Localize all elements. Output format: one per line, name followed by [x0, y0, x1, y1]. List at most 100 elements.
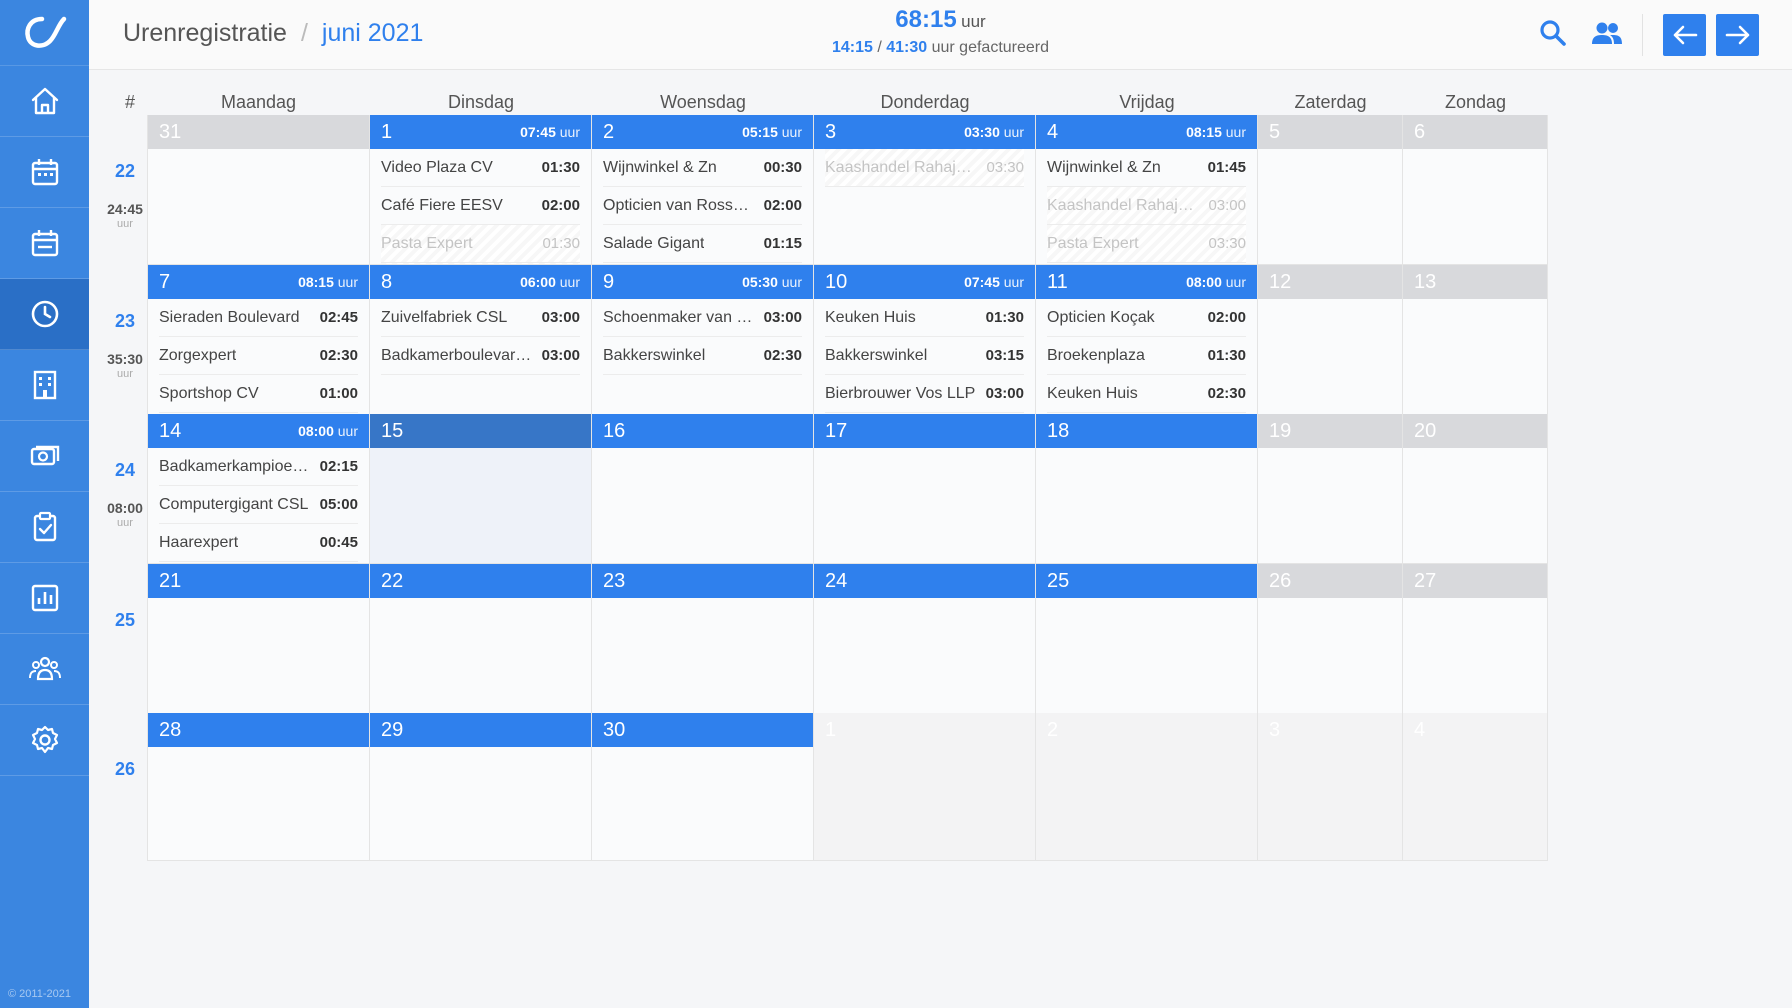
sidebar-item-gear[interactable] — [0, 705, 89, 776]
day-cell[interactable]: 7 08:15 uur Sieraden Boulevard 02:45 Zorgexp… — [147, 265, 370, 415]
day-cell[interactable]: 30 — [592, 713, 814, 861]
hours-summary: 68:15 uur 14:15 / 41:30 uur gefactureerd — [89, 6, 1792, 57]
day-total-unit: uur — [781, 274, 802, 290]
next-month-button[interactable] — [1716, 14, 1759, 56]
app-logo[interactable] — [0, 0, 89, 66]
day-cell[interactable]: 24 — [814, 564, 1036, 714]
sidebar-item-chart[interactable] — [0, 563, 89, 634]
time-entry[interactable]: Broekenplaza 01:30 — [1047, 337, 1246, 375]
day-cell[interactable]: 23 — [592, 564, 814, 714]
day-cell[interactable]: 9 05:30 uur Schoenmaker van den ... 03:00 Ba… — [592, 265, 814, 415]
time-entry[interactable]: Café Fiere EESV 02:00 — [381, 187, 580, 225]
day-cell[interactable]: 20 — [1403, 414, 1548, 564]
time-entry[interactable]: Wijnwinkel & Zn 01:45 — [1047, 149, 1246, 187]
day-total: 06:00 uur — [520, 274, 580, 290]
time-entry[interactable]: Wijnwinkel & Zn 00:30 — [603, 149, 802, 187]
day-number: 30 — [603, 718, 626, 741]
time-entry[interactable]: Opticien Koçak 02:00 — [1047, 299, 1246, 337]
week-number[interactable]: 25 — [95, 610, 155, 631]
day-cell[interactable]: 26 — [1258, 564, 1403, 714]
time-entry[interactable]: Kaashandel Rahajoe ge... 03:30 — [825, 149, 1024, 187]
time-entry[interactable]: Video Plaza CV 01:30 — [381, 149, 580, 187]
day-cell[interactable]: 2 05:15 uur Wijnwinkel & Zn 00:30 Opticien v… — [592, 115, 814, 265]
day-cell[interactable]: 8 06:00 uur Zuivelfabriek CSL 03:00 Badkamer… — [370, 265, 592, 415]
time-entry[interactable]: Zorgexpert 02:30 — [159, 337, 358, 375]
day-number: 5 — [1269, 120, 1281, 143]
time-entry[interactable]: Computergigant CSL 05:00 — [159, 486, 358, 524]
search-button[interactable] — [1538, 18, 1568, 53]
day-cell[interactable]: 6 — [1403, 115, 1548, 265]
day-cell[interactable]: 22 — [370, 564, 592, 714]
day-cell[interactable]: 1 — [814, 713, 1036, 861]
time-entry[interactable]: Opticien van Rossum SE 02:00 — [603, 187, 802, 225]
time-entry[interactable]: Zuivelfabriek CSL 03:00 — [381, 299, 580, 337]
day-cell[interactable]: 13 — [1403, 265, 1548, 415]
day-cell[interactable]: 14 08:00 uur Badkamerkampioen VOF 02:15 Comp… — [147, 414, 370, 564]
day-cell[interactable]: 10 07:45 uur Keuken Huis 01:30 Bakkerswinkel… — [814, 265, 1036, 415]
entry-client: Salade Gigant — [603, 234, 705, 252]
day-cell[interactable]: 19 — [1258, 414, 1403, 564]
time-entry[interactable]: Badkamerkampioen VOF 02:15 — [159, 448, 358, 486]
day-cell[interactable]: 12 — [1258, 265, 1403, 415]
day-cell[interactable]: 31 — [147, 115, 370, 265]
sidebar-item-building[interactable] — [0, 350, 89, 421]
day-cell[interactable]: 27 — [1403, 564, 1548, 714]
day-number: 17 — [825, 419, 848, 442]
day-cell[interactable]: 16 — [592, 414, 814, 564]
time-entry[interactable]: Sieraden Boulevard 02:45 — [159, 299, 358, 337]
day-cell[interactable]: 17 — [814, 414, 1036, 564]
time-entry[interactable]: Salade Gigant 01:15 — [603, 225, 802, 263]
day-cell[interactable]: 29 — [370, 713, 592, 861]
invoiced-summary: 14:15 / 41:30 uur gefactureerd — [89, 39, 1792, 57]
time-entry[interactable]: Sportshop CV 01:00 — [159, 375, 358, 413]
day-cell[interactable]: 21 — [147, 564, 370, 714]
week-number[interactable]: 26 — [95, 759, 155, 780]
week-column-header: # — [124, 92, 135, 112]
day-total-hours: 08:00 — [298, 423, 334, 439]
entry-duration: 03:30 — [1208, 235, 1246, 252]
sidebar-item-calendar-alt[interactable] — [0, 208, 89, 279]
time-entry[interactable]: Pasta Expert 03:30 — [1047, 225, 1246, 263]
day-number: 18 — [1047, 419, 1070, 442]
day-cell[interactable]: 28 — [147, 713, 370, 861]
time-entry[interactable]: Bakkerswinkel 03:15 — [825, 337, 1024, 375]
time-entry[interactable]: Haarexpert 00:45 — [159, 524, 358, 562]
sidebar-item-clipboard-check[interactable] — [0, 492, 89, 563]
day-cell-header: 18 — [1036, 414, 1257, 448]
time-entry[interactable]: Badkamerboulevard CV 03:00 — [381, 337, 580, 375]
day-cell[interactable]: 18 — [1036, 414, 1258, 564]
sidebar-item-team[interactable] — [0, 634, 89, 705]
users-button[interactable] — [1591, 20, 1623, 53]
week-number[interactable]: 24 — [95, 460, 155, 481]
day-cell[interactable]: 5 — [1258, 115, 1403, 265]
day-cell[interactable]: 3 03:30 uur Kaashandel Rahajoe ge... 03:30 — [814, 115, 1036, 265]
sidebar-item-clock[interactable] — [0, 279, 89, 350]
sidebar-item-home[interactable] — [0, 66, 89, 137]
week-number[interactable]: 22 — [95, 161, 155, 182]
day-cell[interactable]: 3 — [1258, 713, 1403, 861]
day-cell[interactable]: 2 — [1036, 713, 1258, 861]
day-cell[interactable]: 25 — [1036, 564, 1258, 714]
week-number[interactable]: 23 — [95, 311, 155, 332]
day-cell-header: 27 — [1403, 564, 1547, 598]
chart-icon — [31, 584, 58, 612]
time-entry[interactable]: Bakkerswinkel 02:30 — [603, 337, 802, 375]
money-icon — [30, 445, 59, 466]
day-cell[interactable]: 4 08:15 uur Wijnwinkel & Zn 01:45 Kaashandel… — [1036, 115, 1258, 265]
day-cell[interactable]: 11 08:00 uur Opticien Koçak 02:00 Broekenpla… — [1036, 265, 1258, 415]
time-entry[interactable]: Schoenmaker van den ... 03:00 — [603, 299, 802, 337]
time-entry[interactable]: Bierbrouwer Vos LLP 03:00 — [825, 375, 1024, 413]
day-total: 08:00 uur — [298, 423, 358, 439]
previous-month-button[interactable] — [1663, 14, 1706, 56]
time-entry[interactable]: Keuken Huis 02:30 — [1047, 375, 1246, 413]
time-entry[interactable]: Kaashandel Rahajoe ge... 03:00 — [1047, 187, 1246, 225]
time-entry[interactable]: Pasta Expert 01:30 — [381, 225, 580, 263]
time-entry[interactable]: Keuken Huis 01:30 — [825, 299, 1024, 337]
sidebar-item-calendar[interactable] — [0, 137, 89, 208]
day-cell[interactable]: 4 — [1403, 713, 1548, 861]
entry-duration: 03:00 — [763, 309, 802, 326]
day-total-unit: uur — [1003, 274, 1024, 290]
day-cell[interactable]: 1 07:45 uur Video Plaza CV 01:30 Café Fiere … — [370, 115, 592, 265]
sidebar-item-money[interactable] — [0, 421, 89, 492]
day-cell[interactable]: 15 — [370, 414, 592, 564]
